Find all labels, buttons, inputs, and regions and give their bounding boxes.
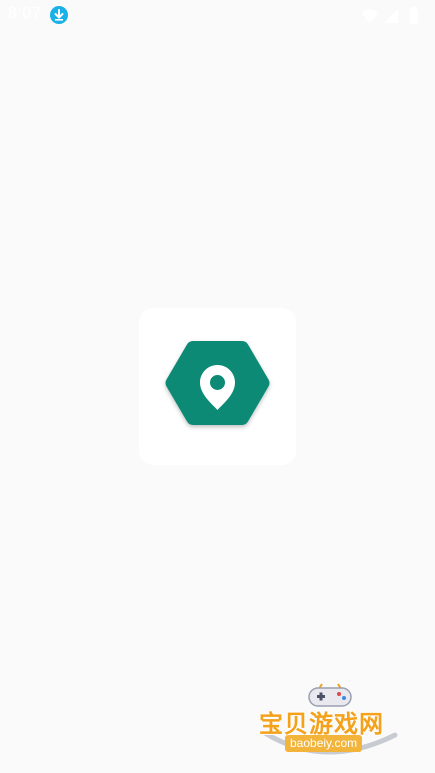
app-icon-tile bbox=[139, 308, 296, 465]
download-icon bbox=[50, 6, 68, 24]
battery-icon bbox=[409, 6, 419, 31]
status-indicators bbox=[347, 6, 427, 26]
status-time: 8:07 bbox=[8, 5, 42, 22]
wifi-icon bbox=[361, 8, 379, 29]
status-bar: 8:07 bbox=[0, 0, 435, 30]
signal-icon bbox=[383, 8, 399, 29]
watermark-title: 宝贝游戏网 bbox=[259, 711, 384, 738]
watermark-url: baobeiy.com bbox=[285, 735, 363, 752]
watermark: 宝贝游戏网 baobeiy.com bbox=[255, 680, 425, 765]
location-pin-hexagon-icon bbox=[165, 341, 270, 425]
